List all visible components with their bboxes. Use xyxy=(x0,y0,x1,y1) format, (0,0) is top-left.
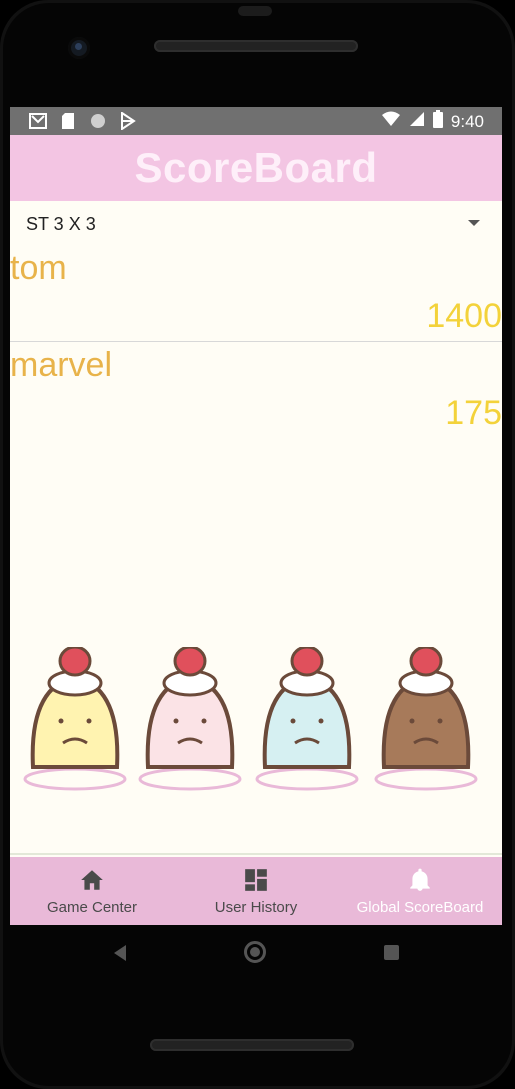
sd-card-icon xyxy=(58,111,78,131)
mascot-illustration xyxy=(23,647,478,791)
list-item[interactable]: tom 1400 xyxy=(10,245,502,342)
player-name: marvel xyxy=(10,346,113,384)
nav-user-history[interactable]: User History xyxy=(174,857,338,925)
circle-icon xyxy=(88,111,108,131)
nav-label: Global ScoreBoard xyxy=(356,899,484,916)
nav-global-scoreboard[interactable]: Global ScoreBoard xyxy=(338,857,502,925)
front-camera xyxy=(68,37,90,59)
screen: 9:40 ScoreBoard ST 3 X 3 tom 1400 marvel… xyxy=(10,107,502,925)
nav-label: Game Center xyxy=(46,899,138,916)
battery-icon xyxy=(432,110,443,133)
page-title: ScoreBoard xyxy=(134,144,378,191)
status-bar: 9:40 xyxy=(10,107,502,135)
status-time: 9:40 xyxy=(450,111,484,131)
mascot-brown xyxy=(374,647,478,791)
mascot-blue xyxy=(255,647,359,791)
mascot-pink xyxy=(138,647,242,791)
home-button-icon[interactable] xyxy=(244,941,266,963)
bottom-navigation: Game Center User History Global ScoreBoa… xyxy=(10,857,502,925)
list-item[interactable]: marvel 175 xyxy=(10,342,502,438)
top-speaker xyxy=(238,6,272,16)
play-store-icon xyxy=(118,111,138,131)
nav-game-center[interactable]: Game Center xyxy=(10,857,174,925)
mode-dropdown[interactable]: ST 3 X 3 xyxy=(10,201,502,245)
player-score: 1400 xyxy=(426,297,502,335)
phone-frame: 9:40 ScoreBoard ST 3 X 3 tom 1400 marvel… xyxy=(0,0,515,1089)
score-list: tom 1400 marvel 175 xyxy=(10,245,502,438)
app-bar: ScoreBoard xyxy=(10,135,502,201)
signal-icon xyxy=(409,111,425,132)
bell-icon xyxy=(410,868,430,891)
nav-label: User History xyxy=(214,899,298,916)
earpiece-grille xyxy=(154,40,358,52)
divider xyxy=(10,853,502,855)
player-name: tom xyxy=(10,249,67,287)
mascot-yellow xyxy=(23,647,127,791)
dashboard-icon xyxy=(245,869,267,891)
player-score: 175 xyxy=(445,394,502,432)
wifi-icon xyxy=(381,111,401,132)
home-icon xyxy=(81,870,103,890)
back-icon[interactable] xyxy=(112,944,128,962)
bottom-speaker-grille xyxy=(150,1039,354,1051)
gmail-icon xyxy=(28,111,48,131)
recents-icon[interactable] xyxy=(384,945,399,960)
dropdown-arrow-icon xyxy=(468,220,480,226)
dropdown-selected-value: ST 3 X 3 xyxy=(26,214,96,234)
